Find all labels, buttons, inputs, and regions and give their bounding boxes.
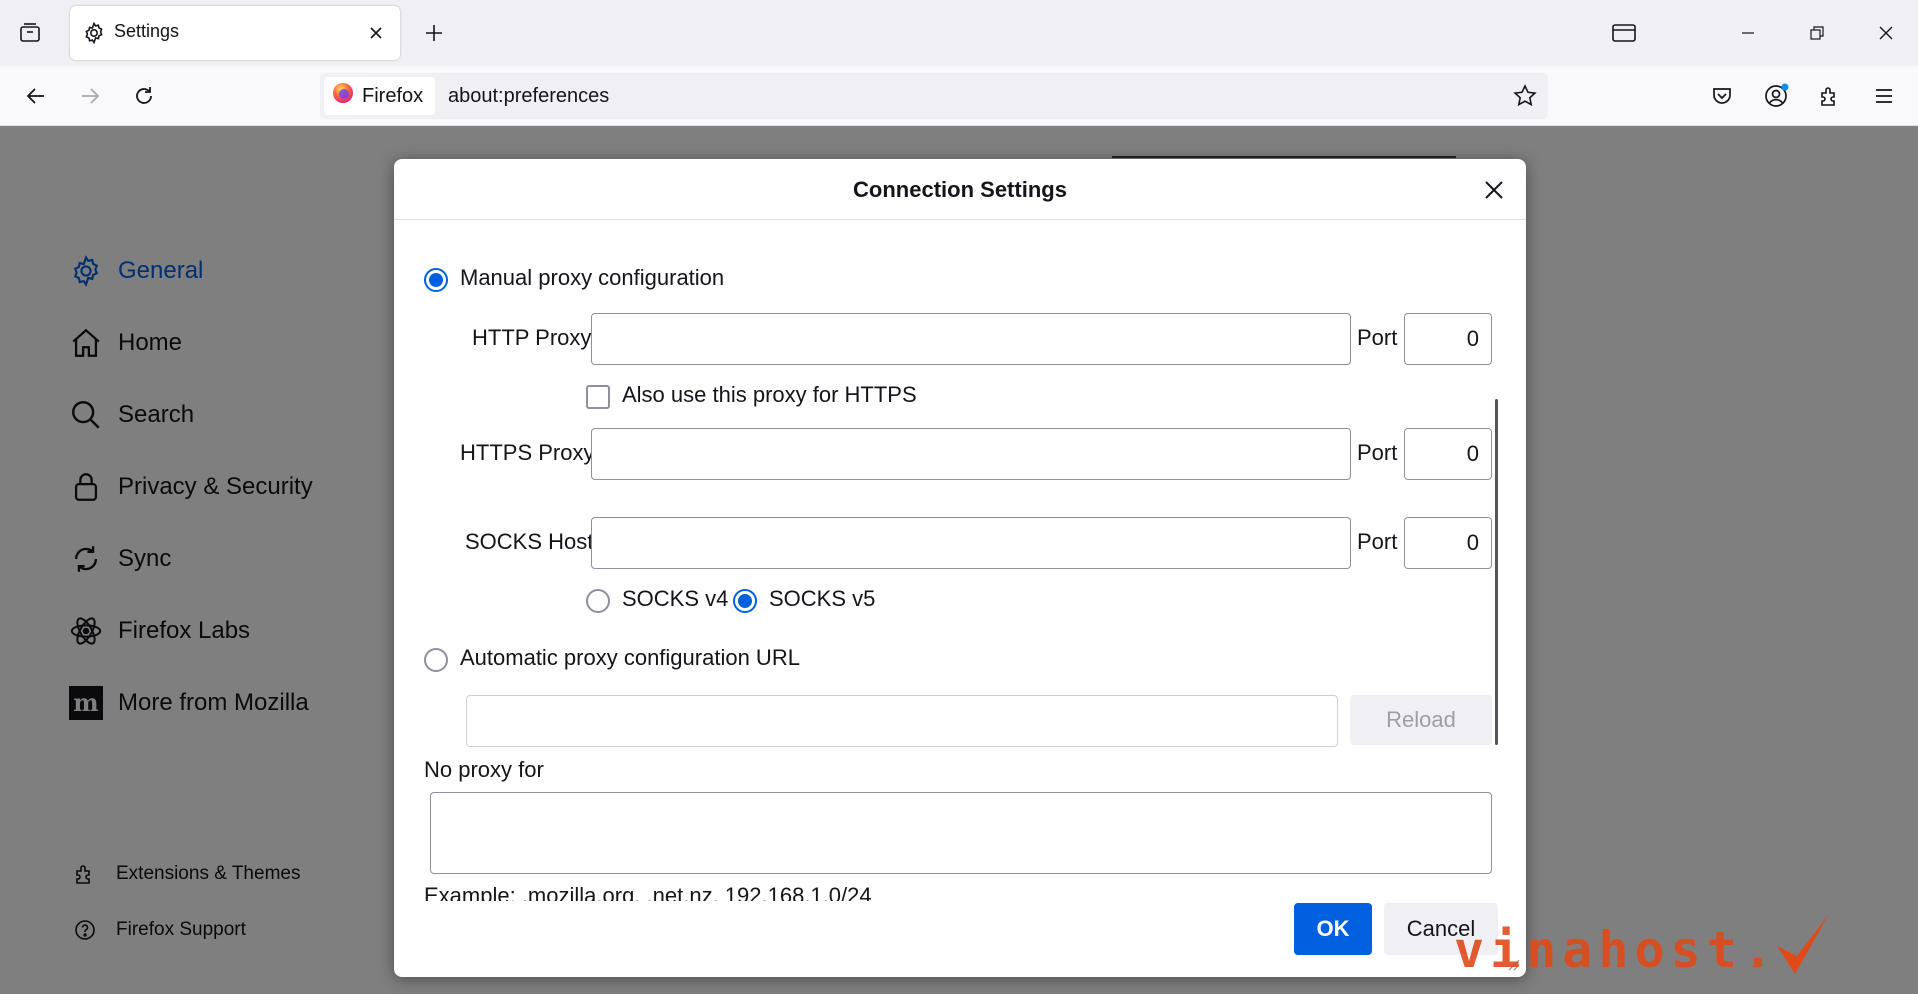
tab-title: Settings [114, 21, 180, 41]
restore-icon[interactable] [1797, 16, 1837, 50]
menu-icon[interactable] [1866, 78, 1902, 114]
http-port-input[interactable]: 0 [1404, 313, 1492, 365]
forward-icon[interactable] [72, 78, 108, 114]
manual-proxy-radio[interactable] [424, 268, 448, 292]
close-window-icon[interactable] [1866, 16, 1906, 50]
url-bar[interactable]: Firefox about:preferences [320, 73, 1548, 119]
tab-settings[interactable]: Settings [70, 6, 400, 60]
firefox-window: Settings Firefox about:preferences Conne… [0, 0, 1918, 994]
close-tab-icon[interactable] [364, 21, 388, 45]
example-text: Example: .mozilla.org, .net.nz, 192.168.… [424, 883, 872, 901]
gear-icon [82, 21, 106, 45]
socks-host-label: SOCKS Host [465, 529, 594, 554]
firefox-view-icon[interactable] [1604, 16, 1644, 50]
connection-settings-dialog: Connection Settings Manual proxy configu… [394, 159, 1526, 977]
new-tab-icon[interactable] [418, 17, 450, 49]
manual-proxy-label[interactable]: Manual proxy configuration [460, 265, 724, 291]
dialog-scrollbar[interactable] [1495, 399, 1498, 745]
socks-v4-radio[interactable] [586, 589, 610, 613]
close-icon[interactable] [1478, 174, 1510, 206]
tab-list-icon[interactable] [14, 17, 46, 49]
watermark-logo: vinahost. [1454, 904, 1831, 980]
socks-v5-radio[interactable] [733, 589, 757, 613]
socks-v4-label[interactable]: SOCKS v4 [622, 586, 728, 612]
checkmark-icon [1776, 914, 1829, 974]
socks-host-input[interactable] [591, 517, 1351, 569]
nav-toolbar: Firefox about:preferences [0, 66, 1918, 126]
http-proxy-input[interactable] [591, 313, 1351, 365]
auto-proxy-radio[interactable] [424, 648, 448, 672]
socks-port-label: Port [1357, 529, 1398, 554]
tab-strip: Settings [0, 0, 1918, 66]
url-text[interactable]: about:preferences [448, 85, 609, 108]
identity-label: Firefox [362, 84, 424, 107]
bookmark-star-icon[interactable] [1512, 83, 1538, 109]
ok-button[interactable]: OK [1294, 903, 1372, 955]
identity-box[interactable]: Firefox [324, 77, 436, 115]
http-port-label: Port [1357, 325, 1398, 350]
auto-proxy-label[interactable]: Automatic proxy configuration URL [460, 645, 800, 671]
firefox-logo-icon [332, 82, 354, 110]
no-proxy-label: No proxy for [424, 757, 544, 782]
also-https-label[interactable]: Also use this proxy for HTTPS [622, 382, 917, 408]
back-icon[interactable] [18, 78, 54, 114]
extensions-icon[interactable] [1812, 78, 1848, 114]
https-proxy-label: HTTPS Proxy [460, 440, 595, 465]
auto-proxy-url-input[interactable] [466, 695, 1338, 747]
also-https-checkbox[interactable] [586, 385, 610, 409]
dialog-title: Connection Settings [394, 159, 1526, 220]
http-proxy-label: HTTP Proxy [472, 325, 592, 350]
https-proxy-input[interactable] [591, 428, 1351, 480]
socks-port-input[interactable]: 0 [1404, 517, 1492, 569]
pocket-icon[interactable] [1704, 78, 1740, 114]
watermark-text: vinahost. [1454, 921, 1779, 979]
no-proxy-textarea[interactable] [430, 792, 1492, 874]
reload-button[interactable]: Reload [1350, 695, 1492, 745]
https-port-label: Port [1357, 440, 1398, 465]
reload-icon[interactable] [126, 78, 162, 114]
socks-v5-label[interactable]: SOCKS v5 [769, 586, 875, 612]
account-icon[interactable] [1758, 78, 1794, 114]
minimize-icon[interactable] [1728, 16, 1768, 50]
https-port-input[interactable]: 0 [1404, 428, 1492, 480]
